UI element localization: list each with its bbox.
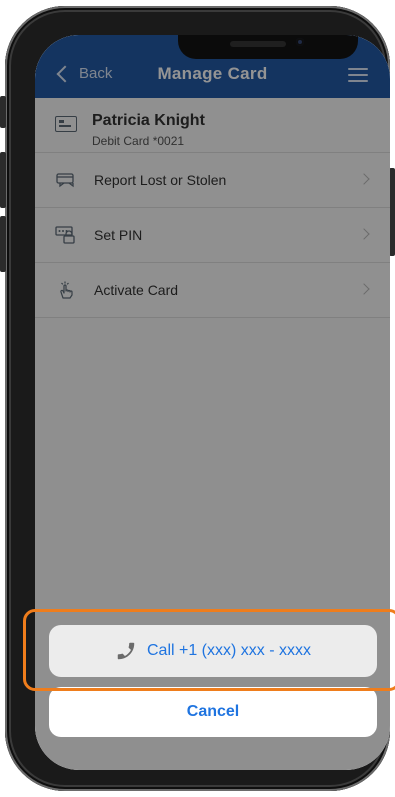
cancel-button[interactable]: Cancel bbox=[49, 687, 377, 737]
mute-switch bbox=[0, 96, 6, 128]
volume-up-button bbox=[0, 152, 6, 208]
cancel-button-label: Cancel bbox=[186, 703, 240, 720]
speaker-grille bbox=[230, 41, 286, 47]
call-highlight-annotation bbox=[23, 609, 395, 691]
front-camera bbox=[296, 38, 304, 46]
notch bbox=[178, 35, 358, 59]
volume-down-button bbox=[0, 216, 6, 272]
